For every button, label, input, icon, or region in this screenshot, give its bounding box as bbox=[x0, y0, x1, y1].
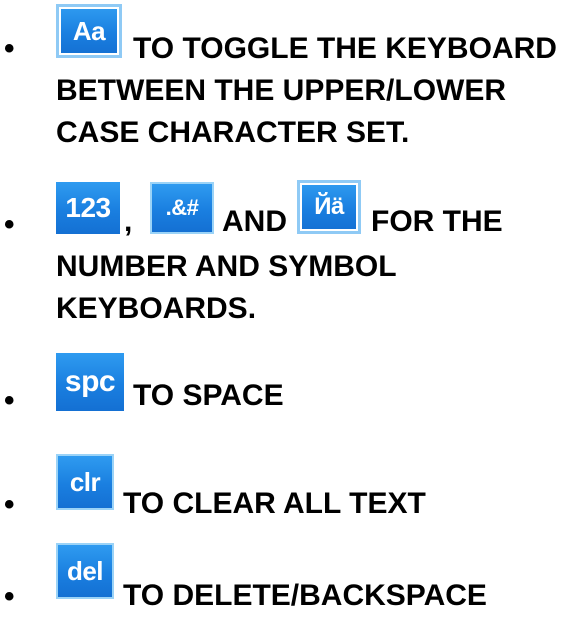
bullet-2: • bbox=[4, 208, 15, 241]
number-keyboard-key-icon: 123 bbox=[56, 182, 120, 234]
item-1-line-3: CASE CHARACTER SET. bbox=[56, 116, 410, 149]
bullet-5: • bbox=[4, 580, 15, 613]
bullet-1: • bbox=[4, 32, 15, 65]
item-2-separator-comma: , bbox=[124, 205, 133, 238]
case-toggle-key-icon: Aa bbox=[56, 4, 122, 58]
delete-key-icon: del bbox=[56, 543, 114, 599]
item-2-and: AND bbox=[222, 205, 287, 238]
space-key-icon: spc bbox=[56, 353, 124, 411]
item-2-line-3: KEYBOARDS. bbox=[56, 292, 257, 325]
item-2-line-1-tail: FOR THE bbox=[371, 205, 503, 238]
item-3-line-1: TO SPACE bbox=[133, 379, 284, 412]
symbol-keyboard-key-icon: .&# bbox=[150, 182, 214, 234]
item-4-line-1: TO CLEAR ALL TEXT bbox=[123, 487, 426, 520]
clear-key-icon: clr bbox=[56, 454, 114, 510]
item-2-line-2: NUMBER AND SYMBOL bbox=[56, 250, 397, 283]
item-5-line-1: TO DELETE/BACKSPACE bbox=[123, 579, 487, 612]
accented-keyboard-key-icon: Йä bbox=[297, 180, 361, 234]
item-1-line-1: TO TOGGLE THE KEYBOARD bbox=[133, 32, 557, 65]
bullet-3: • bbox=[4, 384, 15, 417]
bullet-4: • bbox=[4, 488, 15, 521]
item-1-line-2: BETWEEN THE UPPER/LOWER bbox=[56, 74, 507, 107]
